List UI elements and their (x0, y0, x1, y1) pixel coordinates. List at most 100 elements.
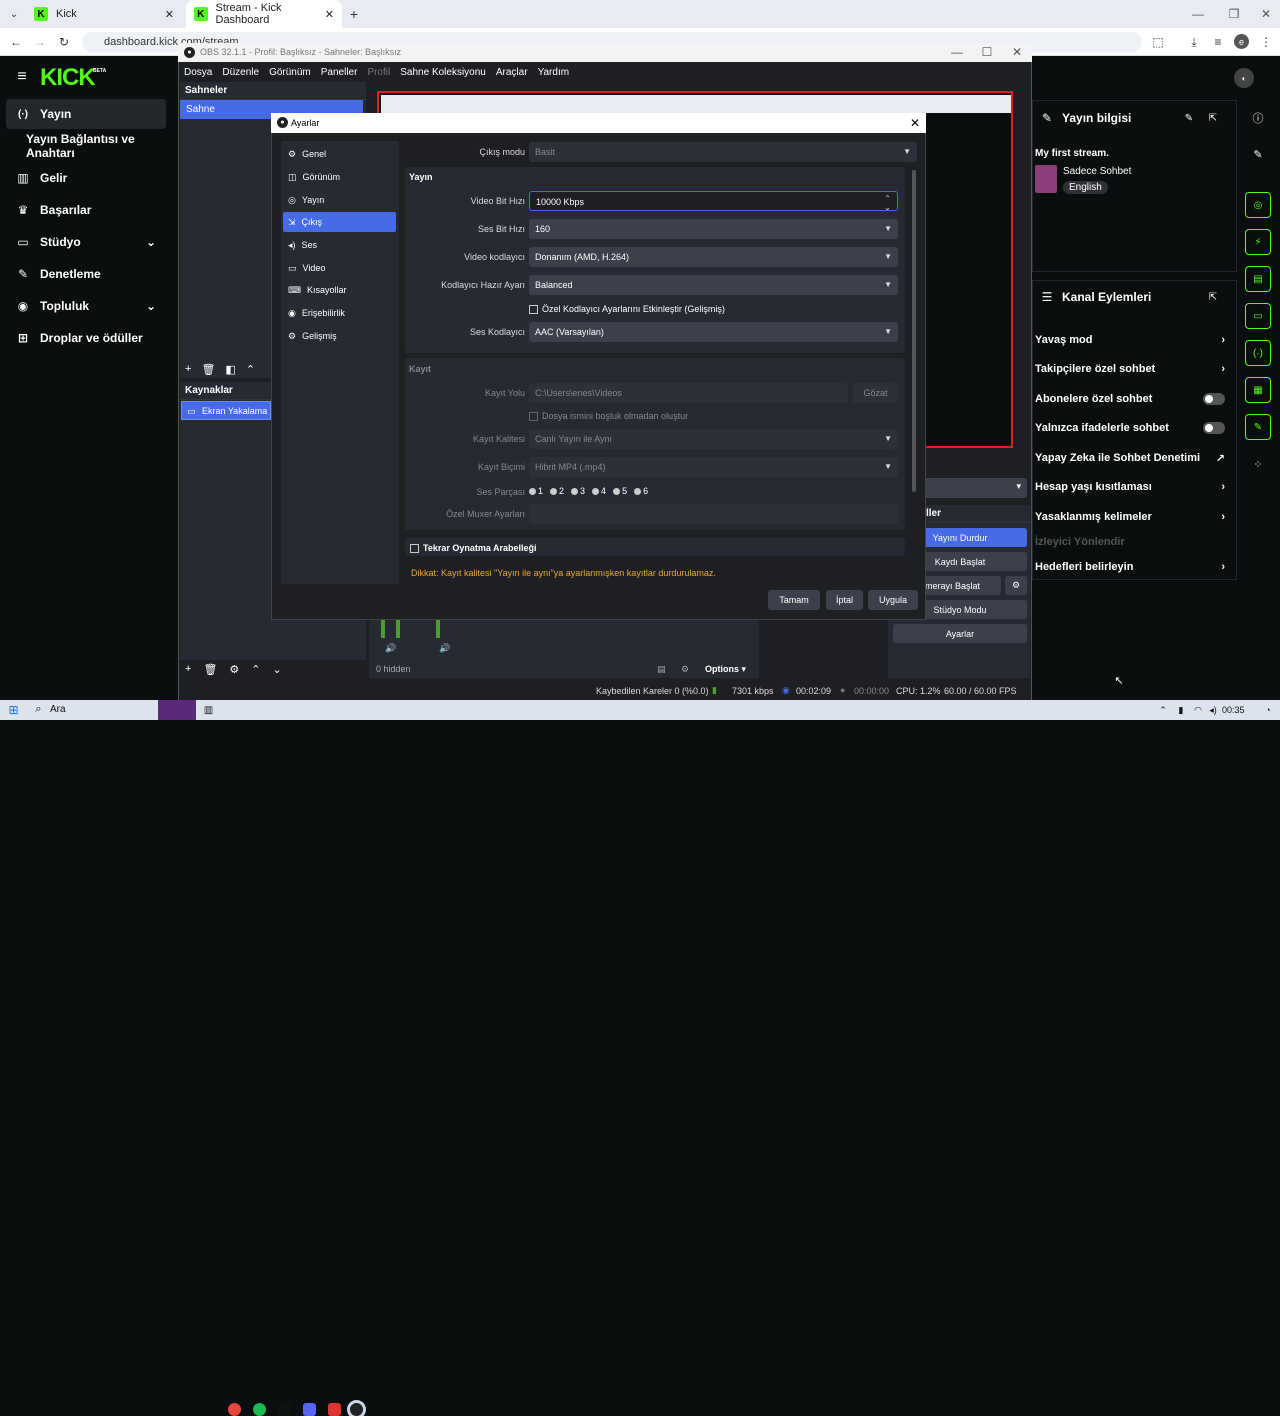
checkbox-box[interactable] (529, 305, 538, 315)
broadcast-tool-icon[interactable]: (·) (1245, 340, 1271, 366)
source-properties-icon[interactable]: ⚙ (229, 663, 239, 676)
audio-bitrate-select[interactable]: 160 ▼ (529, 219, 898, 239)
mixer-settings-icon[interactable]: ⚙ (681, 664, 689, 675)
menu-yardim[interactable]: Yardım (538, 67, 570, 78)
virtual-camera-settings-icon[interactable]: ⚙ (1005, 576, 1027, 595)
browser-tab-dashboard[interactable]: K Stream - Kick Dashboard ✕ (186, 0, 342, 28)
download-icon[interactable]: ⤓ (1186, 34, 1202, 50)
video-encoder-select[interactable]: Donanım (AMD, H.264) ▼ (529, 247, 898, 267)
task-view-icon[interactable]: ▥ (202, 704, 215, 717)
mic-icon[interactable]: ▮ (1176, 704, 1186, 716)
category-gorunum[interactable]: ◫ Görünüm (283, 167, 396, 187)
browser-tab-kick[interactable]: K Kick ✕ (26, 0, 182, 28)
toggle-switch[interactable] (1203, 393, 1225, 405)
checkbox-box[interactable] (410, 544, 419, 554)
spinner-arrows-icon[interactable]: ⌃ ⌄ (884, 194, 891, 212)
taskbar-search-label[interactable]: Ara (50, 704, 66, 715)
category-gelismis[interactable]: ⚙ Gelişmiş (283, 326, 396, 346)
nav-item-gelir[interactable]: ▥ Gelir (6, 163, 166, 193)
record-path-field[interactable]: C:\Users\enes\Videos (529, 383, 848, 403)
menu-paneller[interactable]: Paneller (321, 67, 358, 78)
settings-button[interactable]: Ayarlar (893, 624, 1027, 643)
audio-track-radio[interactable]: 5 (613, 486, 627, 496)
category-ses[interactable]: ◂) Ses (283, 235, 396, 255)
audio-track-radio[interactable]: 3 (571, 486, 585, 496)
obs-minimize-icon[interactable]: — (950, 45, 964, 59)
wrench-tool-icon[interactable]: ✎ (1245, 414, 1271, 440)
close-window-icon[interactable]: ✕ (1258, 6, 1274, 22)
category-erisebilirlik[interactable]: ◉ Erişebilirlik (283, 303, 396, 323)
mixer-layout-icon[interactable]: ▤ (657, 664, 666, 675)
options-button[interactable]: Options ▾ (705, 664, 746, 675)
cancel-button[interactable]: İptal (826, 590, 863, 610)
record-format-select[interactable]: Hibrit MP4 (.mp4) ▼ (529, 457, 898, 477)
remove-scene-icon[interactable]: 🗑 (201, 363, 215, 376)
video-bitrate-spinbox[interactable]: 10000 Kbps ⌃ ⌄ (529, 191, 898, 212)
category-yayin[interactable]: ◎ Yayın (283, 190, 396, 210)
speaker-icon[interactable]: 🔊 (439, 642, 451, 654)
move-down-icon[interactable]: ⌄ (273, 663, 282, 676)
source-item[interactable]: ▭ Ekran Yakalama (181, 401, 271, 420)
edit-icon[interactable]: ✎ (1182, 111, 1196, 125)
close-tab-icon[interactable]: ✕ (165, 8, 174, 21)
discord-taskbar-icon[interactable] (303, 1403, 316, 1416)
info-icon[interactable]: ⓘ (1250, 110, 1266, 126)
notifications-icon[interactable]: ◔ (1262, 704, 1274, 716)
audio-track-radio[interactable]: 6 (634, 486, 648, 496)
restore-window-icon[interactable]: ❐ (1226, 6, 1242, 22)
action-ai-denetim[interactable]: Yapay Zeka ile Sohbet Denetimi ↗ (1035, 448, 1225, 468)
hamburger-menu-icon[interactable]: ≡ (14, 68, 30, 85)
toggle-switch[interactable] (1203, 422, 1225, 434)
windows-start-icon[interactable]: ⊞ (7, 703, 20, 717)
nav-item-yayin[interactable]: (·) Yayın (6, 99, 166, 129)
taskbar-search-icon[interactable]: ⌕ (32, 703, 45, 716)
audio-track-radio[interactable]: 2 (550, 486, 564, 496)
category-cikis[interactable]: ⇲ Çıkış (283, 212, 396, 232)
browse-button[interactable]: Gözat (853, 383, 898, 403)
clock[interactable]: 00:35 (1222, 705, 1245, 715)
obs-close-icon[interactable]: ✕ (1010, 45, 1024, 59)
menu-sahne-koleksiyonu[interactable]: Sahne Koleksiyonu (400, 67, 486, 78)
pencil-icon[interactable]: ✎ (1250, 146, 1266, 162)
profile-avatar[interactable]: e (1234, 34, 1249, 49)
move-up-icon[interactable]: ⌃ (251, 663, 260, 676)
chat-tool-icon[interactable]: ▭ (1245, 303, 1271, 329)
email-taskbar-icon[interactable] (328, 1403, 341, 1416)
remove-source-icon[interactable]: 🗑 (203, 663, 217, 676)
action-hedefler[interactable]: Hedefleri belirleyin › (1035, 557, 1225, 577)
muxer-field[interactable] (529, 504, 898, 524)
tray-chevron-icon[interactable]: ⌃ (1158, 704, 1168, 716)
widget-thumbnail[interactable] (158, 700, 196, 720)
browser-menu-icon[interactable]: ⋮ (1258, 34, 1274, 50)
speaker-icon[interactable]: 🔊 (385, 642, 397, 654)
spotify-taskbar-icon[interactable] (253, 1403, 266, 1416)
category-genel[interactable]: ⚙ Genel (283, 144, 396, 164)
notes-tool-icon[interactable]: ▤ (1245, 266, 1271, 292)
dialog-close-icon[interactable]: ✕ (908, 116, 922, 130)
action-abone-sohbet[interactable]: Abonelere özel sohbet (1035, 389, 1225, 409)
no-space-checkbox[interactable]: Dosya ismini boşluk olmadan oluştur (529, 411, 688, 422)
popout-icon[interactable]: ⇱ (1206, 290, 1220, 304)
ok-button[interactable]: Tamam (768, 590, 820, 610)
settings-scrollbar[interactable] (912, 170, 916, 492)
action-takipci-sohbet[interactable]: Takipçilere özel sohbet › (1035, 359, 1225, 379)
category-kisayollar[interactable]: ⌨ Kısayollar (283, 280, 396, 300)
action-yavas-mod[interactable]: Yavaş mod › (1035, 330, 1225, 350)
new-tab-icon[interactable]: + (346, 6, 362, 22)
action-hesap-yasi[interactable]: Hesap yaşı kısıtlaması › (1035, 477, 1225, 497)
menu-araclar[interactable]: Araçlar (496, 67, 528, 78)
apply-button[interactable]: Uygula (868, 590, 918, 610)
nav-item-denetleme[interactable]: ✎ Denetleme (6, 259, 166, 289)
layout-tool-icon[interactable]: ▦ (1245, 377, 1271, 403)
checkbox-box[interactable] (529, 412, 538, 422)
menu-dosya[interactable]: Dosya (184, 67, 212, 78)
add-source-icon[interactable]: + (185, 663, 191, 675)
move-up-icon[interactable]: ⌃ (246, 363, 255, 376)
nav-item-stream-key[interactable]: Yayın Bağlantısı ve Anahtarı (6, 131, 176, 161)
bolt-tool-icon[interactable]: ⚡ (1245, 229, 1271, 255)
audio-encoder-select[interactable]: AAC (Varsayılan) ▼ (529, 322, 898, 342)
volume-icon[interactable]: ◂) (1207, 704, 1219, 716)
encoder-preset-select[interactable]: Balanced ▼ (529, 275, 898, 295)
menu-duzenle[interactable]: Düzenle (222, 67, 259, 78)
audio-track-radio[interactable]: 1 (529, 486, 543, 496)
